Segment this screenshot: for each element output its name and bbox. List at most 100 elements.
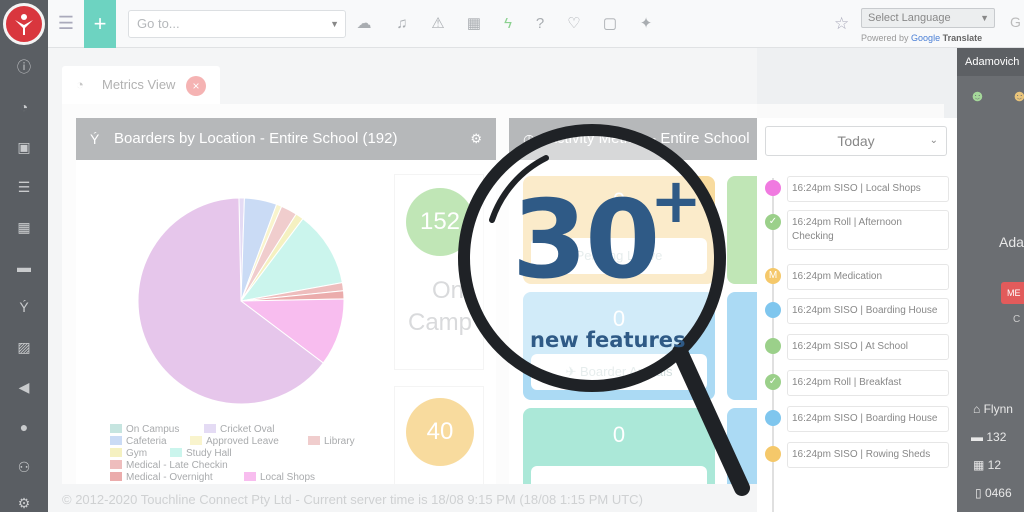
clock-icon: ◷ [523, 131, 536, 147]
promo-text: new features [530, 328, 686, 352]
powered-by-google-translate: Powered by Google Translate [861, 33, 982, 43]
legend-swatch [110, 472, 122, 481]
timeline-dot: ✓ [765, 374, 781, 390]
lightning-icon[interactable]: ϟ [498, 14, 518, 34]
boarders-pie-chart [137, 197, 345, 405]
timeline-event-card[interactable]: 16:24pm SISO | Rowing Sheds [787, 442, 949, 468]
tile-label: ✈ Boarder Arrivals [531, 354, 707, 390]
legend-label: Study Hall [186, 448, 232, 459]
tile-third[interactable]: 0 [523, 408, 715, 484]
legend-swatch [204, 424, 216, 433]
legend-label: On Campus [126, 424, 180, 435]
chat-icon[interactable]: ● [15, 418, 33, 436]
person-icon[interactable]: Ý [15, 298, 33, 316]
settings-icon[interactable]: ⚙ [15, 494, 33, 512]
legend-item: Medical - Late Checkin [110, 460, 228, 471]
note-icon[interactable]: ▢ [600, 14, 620, 34]
legend-item: On Campus [110, 424, 179, 435]
legend-item: Cafeteria [110, 436, 167, 447]
legend-item: Cricket Oval [204, 424, 274, 435]
legend-item: Library [308, 436, 355, 447]
bell-icon[interactable]: ♫ [392, 14, 412, 34]
timeline-filter-value: Today [837, 133, 875, 149]
google-text: Google [911, 33, 941, 43]
chevron-down-icon: ⌄ [929, 135, 938, 146]
help-icon[interactable]: ? [530, 14, 550, 34]
profile-initial[interactable]: G [1010, 14, 1021, 30]
legend-label: Cricket Oval [220, 424, 275, 435]
home-icon: ⌂ [973, 402, 984, 416]
timeline-event-card[interactable]: 16:24pm Roll | Breakfast [787, 370, 949, 396]
stat-label-campus: Camp [408, 309, 473, 336]
tile-partial[interactable] [727, 408, 757, 484]
add-button[interactable]: + [84, 0, 116, 48]
profile-year: 12 [987, 458, 1002, 472]
timeline-filter-select[interactable]: Today ⌄ [765, 126, 947, 156]
user-icon[interactable]: ☻ [969, 88, 986, 106]
timeline-event-card[interactable]: 16:24pm Medication [787, 264, 949, 290]
list-icon[interactable]: ☰ [15, 178, 33, 196]
group-icon[interactable]: ☻ [1011, 88, 1024, 106]
stat-label-on: On [432, 277, 465, 304]
translate-text: Translate [942, 33, 983, 43]
gear-icon[interactable]: ⚙ [470, 118, 482, 160]
phone-icon: ▯ [975, 486, 985, 500]
year-row: ▦ 12 [973, 458, 1001, 472]
magic-wand-icon[interactable]: ✦ [636, 14, 656, 34]
legend-label: Medical - Late Checkin [126, 460, 228, 471]
timeline-dot [765, 180, 781, 196]
language-select[interactable]: Select Language ▼ [861, 8, 995, 28]
dashboard-icon[interactable]: ◔ [15, 98, 33, 116]
legend-item: Study Hall [170, 448, 232, 459]
legend-label: Medical - Overnight [126, 472, 213, 483]
cloud-icon[interactable]: ☁ [354, 14, 374, 34]
profile-header: Adamovich [957, 48, 1024, 76]
timeline-dot: ✓ [765, 214, 781, 230]
calendar-icon[interactable]: ▦ [15, 218, 33, 236]
calendar-top-icon[interactable]: ▦ [464, 14, 484, 34]
image-icon[interactable]: ▨ [15, 338, 33, 356]
timeline-event-card[interactable]: 16:24pm SISO | Boarding House [787, 406, 949, 432]
boarders-widget-title: Boarders by Location - Entire School (19… [114, 130, 398, 147]
timeline-dot [765, 338, 781, 354]
timeline-event-card[interactable]: 16:24pm Roll | Afternoon Checking [787, 210, 949, 250]
goto-search-input[interactable]: Go to... ▼ [128, 10, 346, 38]
legend-swatch [110, 424, 122, 433]
timeline-event-card[interactable]: 16:24pm SISO | At School [787, 334, 949, 360]
favorite-star-icon[interactable]: ☆ [834, 14, 849, 34]
megaphone-icon[interactable]: ◀ [15, 378, 33, 396]
room-row: ▬ 132 [971, 430, 1006, 444]
tile-partial[interactable] [727, 176, 757, 284]
top-bar: ☰ + Go to... ▼ ☁ ♫ ⚠ ▦ ϟ ? ♡ ▢ ✦ ☆ Selec… [48, 0, 1024, 48]
legend-label: Approved Leave [206, 436, 279, 447]
profile-room: 132 [986, 430, 1007, 444]
logo-figure-icon [15, 14, 33, 35]
chevron-down-icon: ▼ [330, 19, 339, 29]
timeline-dot: M [765, 268, 781, 284]
heartbeat-icon[interactable]: ♡ [564, 14, 584, 34]
plane-icon: ✈ [565, 364, 581, 379]
profile-phone: 0466 [984, 486, 1012, 500]
profile-name-short: Ada [999, 234, 1024, 250]
timeline-event-card[interactable]: 16:24pm SISO | Local Shops [787, 176, 949, 202]
briefcase-icon[interactable]: ▣ [15, 138, 33, 156]
bed-icon[interactable]: ▬ [15, 258, 33, 276]
app-logo[interactable] [3, 3, 45, 45]
activity-widget-title: Activity Metrics - Entire School [547, 130, 750, 147]
stat-circle-on-campus: 152 [406, 188, 474, 256]
users-icon[interactable]: ⚇ [15, 458, 33, 476]
left-sidebar: ⓘ ◔ ▣ ☰ ▦ ▬ Ý ▨ ◀ ● ⚇ ⚙ [0, 0, 48, 512]
warning-icon[interactable]: ⚠ [428, 14, 448, 34]
tab-close-button[interactable]: × [186, 76, 206, 96]
profile-house: Flynn [983, 402, 1013, 416]
tab-label: Metrics View [102, 77, 176, 92]
legend-swatch [244, 472, 256, 481]
profile-letter: C [1013, 314, 1021, 325]
boarders-widget-header: Ý Boarders by Location - Entire School (… [76, 118, 496, 160]
timeline-dot [765, 446, 781, 462]
timeline-event-card[interactable]: 16:24pm SISO | Boarding House [787, 298, 949, 324]
tile-partial[interactable] [727, 292, 757, 400]
menu-toggle-icon[interactable]: ☰ [56, 12, 76, 34]
info-icon[interactable]: ⓘ [15, 58, 33, 76]
timeline-dot [765, 302, 781, 318]
